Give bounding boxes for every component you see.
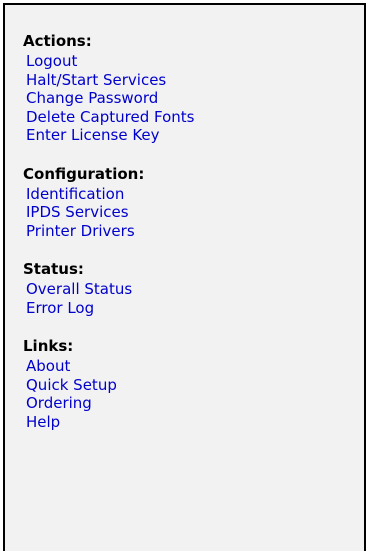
- status-section: Status: Overall Status Error Log: [23, 260, 364, 317]
- about-link[interactable]: About: [26, 357, 364, 376]
- error-log-link[interactable]: Error Log: [26, 299, 364, 318]
- navigation-panel: Actions: Logout Halt/Start Services Chan…: [3, 3, 366, 551]
- logout-link[interactable]: Logout: [26, 52, 364, 71]
- change-password-link[interactable]: Change Password: [26, 89, 364, 108]
- configuration-section: Configuration: Identification IPDS Servi…: [23, 165, 364, 241]
- quick-setup-link[interactable]: Quick Setup: [26, 376, 364, 395]
- links-heading: Links:: [23, 337, 74, 355]
- status-heading: Status:: [23, 260, 84, 278]
- printer-drivers-link[interactable]: Printer Drivers: [26, 222, 364, 241]
- actions-heading: Actions:: [23, 32, 92, 50]
- identification-link[interactable]: Identification: [26, 185, 364, 204]
- delete-captured-fonts-link[interactable]: Delete Captured Fonts: [26, 108, 364, 127]
- enter-license-key-link[interactable]: Enter License Key: [26, 126, 364, 145]
- overall-status-link[interactable]: Overall Status: [26, 280, 364, 299]
- help-link[interactable]: Help: [26, 413, 364, 432]
- halt-start-services-link[interactable]: Halt/Start Services: [26, 71, 364, 90]
- actions-section: Actions: Logout Halt/Start Services Chan…: [23, 32, 364, 145]
- links-section: Links: About Quick Setup Ordering Help: [23, 337, 364, 431]
- ordering-link[interactable]: Ordering: [26, 394, 364, 413]
- configuration-heading: Configuration:: [23, 164, 145, 183]
- ipds-services-link[interactable]: IPDS Services: [26, 203, 364, 222]
